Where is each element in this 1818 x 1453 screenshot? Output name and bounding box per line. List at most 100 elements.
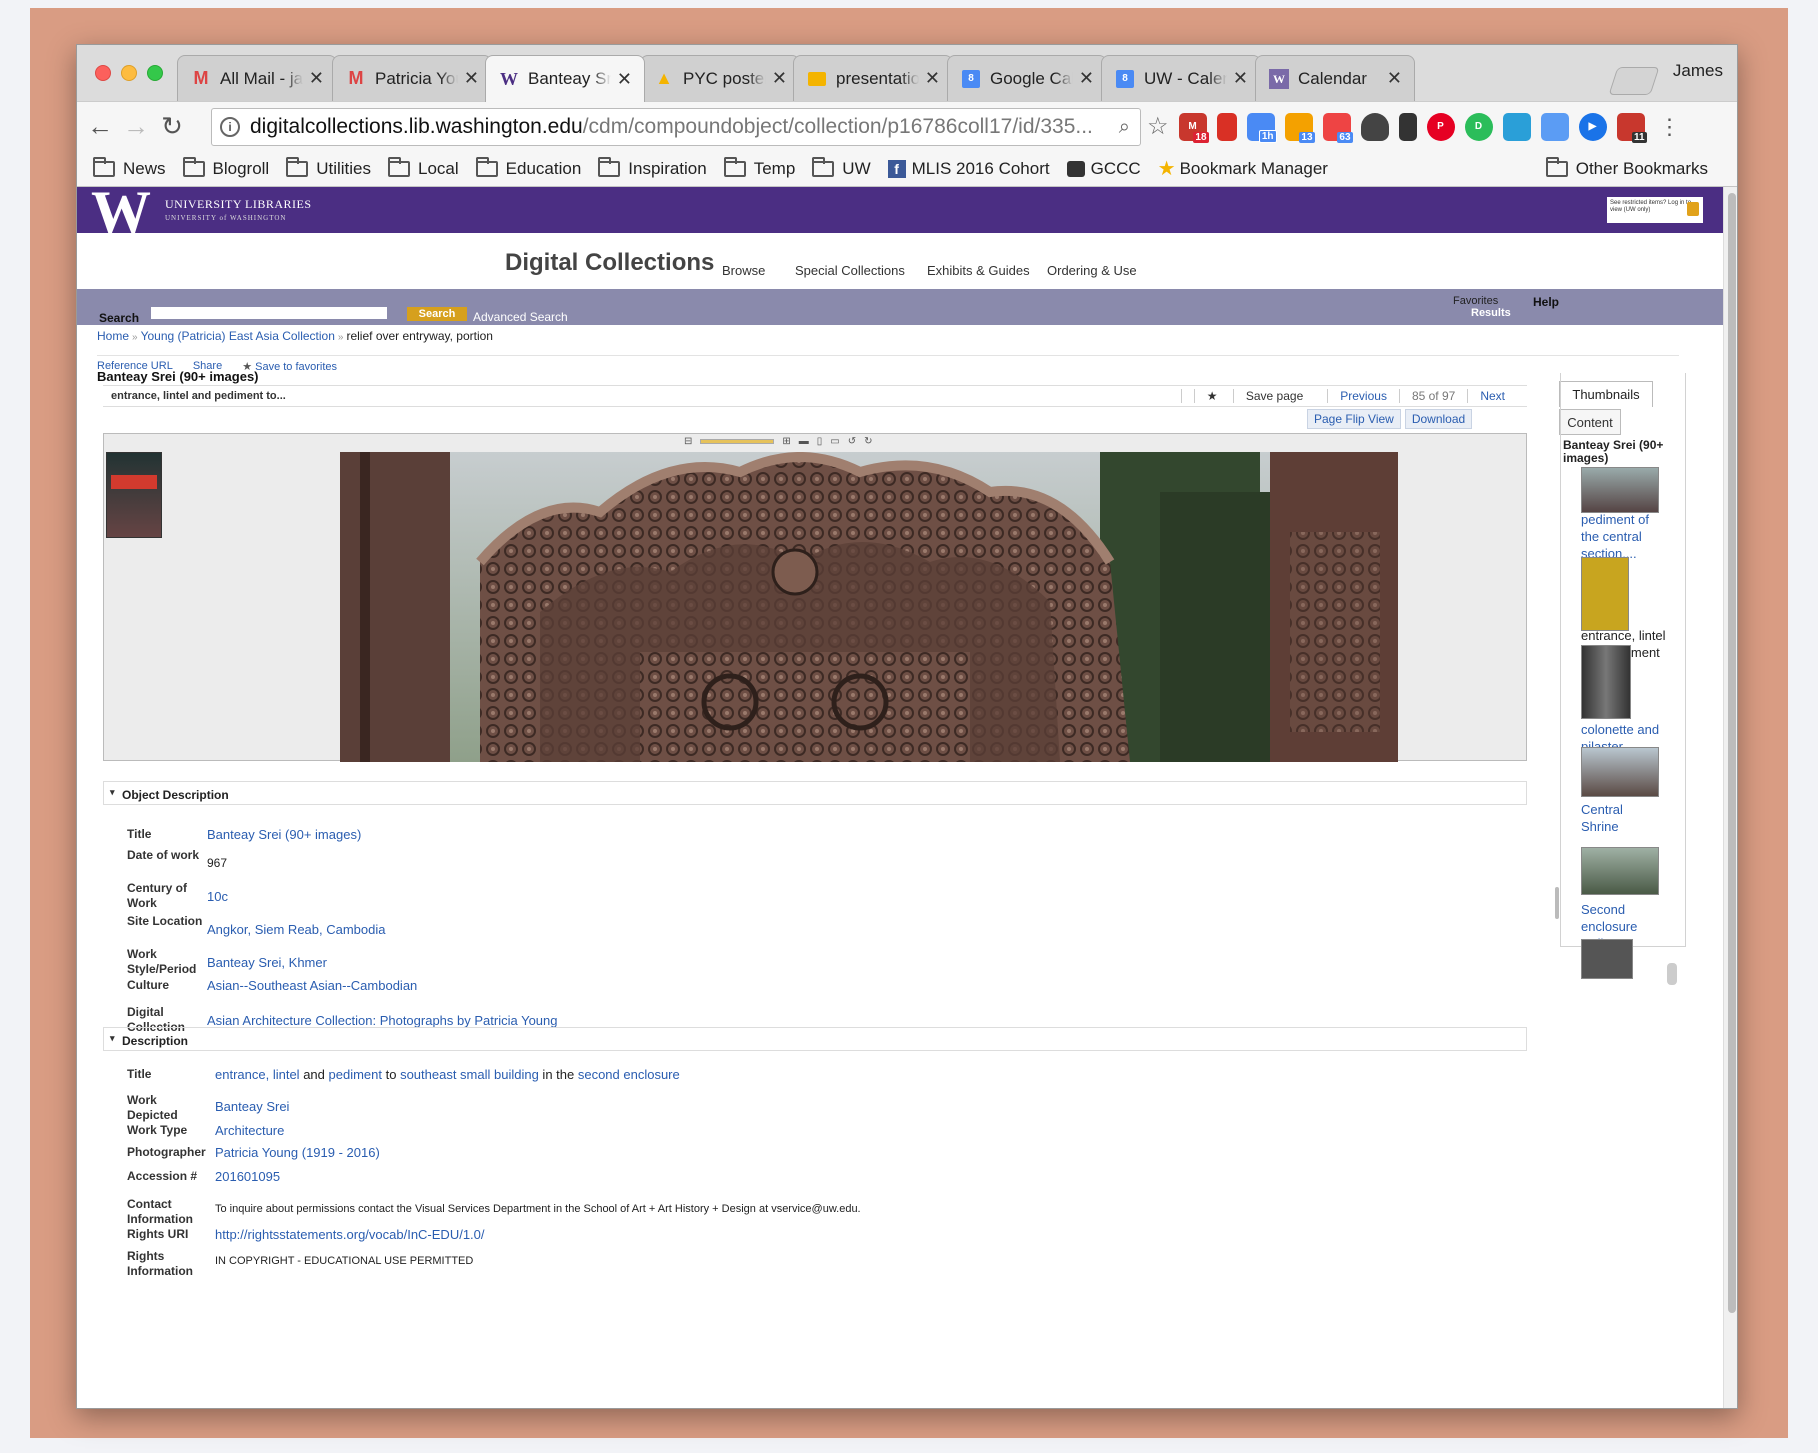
menu-special-collections[interactable]: Special Collections: [795, 263, 905, 278]
download-button[interactable]: Download: [1404, 409, 1473, 429]
rotate-left-icon[interactable]: ↺: [848, 436, 856, 447]
sidebar-thumbnail[interactable]: [1581, 557, 1629, 631]
fit-width-icon[interactable]: ▯: [817, 436, 823, 447]
title-link[interactable]: entrance,: [215, 1067, 273, 1082]
tab-calendar[interactable]: W Calendar ✕: [1255, 55, 1415, 101]
bookmark-folder-utilities[interactable]: Utilities: [286, 156, 371, 179]
bookmark-folder-news[interactable]: News: [93, 156, 166, 179]
sidebar-item-central-shrine[interactable]: Central Shrine: [1581, 801, 1641, 835]
breadcrumb-collection[interactable]: Young (Patricia) East Asia Collection: [141, 329, 335, 343]
search-icon[interactable]: ⌕: [1119, 116, 1130, 139]
page-scrollbar-thumb[interactable]: [1728, 193, 1736, 1313]
bookmark-folder-inspiration[interactable]: Inspiration: [598, 156, 707, 179]
menu-dots-icon[interactable]: ⋮: [1659, 114, 1681, 140]
field-value[interactable]: Asian Architecture Collection: Photograp…: [207, 1013, 558, 1028]
breadcrumb-home[interactable]: Home: [97, 329, 129, 343]
title-link[interactable]: southeast small building: [400, 1067, 539, 1082]
next-button[interactable]: Next: [1467, 389, 1517, 403]
tab-uw-calendar[interactable]: 8 UW - Calend ✕: [1101, 55, 1261, 101]
field-value[interactable]: Banteay Srei (90+ images): [207, 827, 361, 842]
favorites-link[interactable]: Favorites: [1453, 295, 1498, 307]
page-scrollbar[interactable]: [1723, 187, 1737, 1408]
restricted-items-login[interactable]: See restricted items? Log in to view (UW…: [1607, 197, 1703, 223]
sidebar-thumbnail[interactable]: [1581, 467, 1659, 513]
field-value[interactable]: Architecture: [215, 1123, 284, 1138]
help-link[interactable]: Help: [1533, 295, 1559, 309]
info-icon[interactable]: i: [220, 117, 240, 137]
close-tab-icon[interactable]: ✕: [617, 69, 632, 90]
search-button[interactable]: Search: [407, 307, 467, 321]
docs-ext-icon[interactable]: [1540, 112, 1569, 141]
tab-presentation[interactable]: presentation ✕: [793, 55, 953, 101]
advanced-search-link[interactable]: Advanced Search: [473, 310, 568, 324]
zoom-in-icon[interactable]: ⊞: [782, 436, 790, 447]
sidebar-thumbnail[interactable]: [1581, 645, 1631, 719]
title-link[interactable]: lintel: [273, 1067, 300, 1082]
pocket-icon[interactable]: [1360, 112, 1389, 141]
title-link[interactable]: pediment: [329, 1067, 382, 1082]
fit-height-icon[interactable]: ▭: [830, 436, 839, 447]
close-tab-icon[interactable]: ✕: [1079, 68, 1094, 89]
bookmark-manager[interactable]: ★ Bookmark Manager: [1158, 156, 1328, 181]
bookmark-folder-temp[interactable]: Temp: [723, 156, 795, 179]
tab-banteay-srei[interactable]: W Banteay Srei ✕: [485, 55, 645, 102]
close-tab-icon[interactable]: ✕: [464, 68, 479, 89]
sidebar-scrollbar[interactable]: [1667, 963, 1677, 985]
close-tab-icon[interactable]: ✕: [1387, 68, 1402, 89]
sidebar-item-pediment[interactable]: pediment of the central section,...: [1581, 511, 1669, 562]
window-ext-icon[interactable]: [1502, 112, 1531, 141]
temple-relief-photo[interactable]: [340, 452, 1398, 762]
uw-logo[interactable]: W: [91, 187, 151, 242]
calendar-badge-icon[interactable]: 11: [1616, 112, 1647, 143]
field-value[interactable]: Angkor, Siem Reab, Cambodia: [207, 922, 385, 937]
pinterest-icon[interactable]: P: [1426, 112, 1455, 141]
field-value[interactable]: 10c: [207, 889, 228, 904]
close-tab-icon[interactable]: ✕: [1233, 68, 1248, 89]
feedly-icon[interactable]: D: [1464, 112, 1493, 141]
rotate-right-icon[interactable]: ↻: [864, 436, 872, 447]
rss-ext-icon[interactable]: 13: [1284, 112, 1315, 143]
address-bar[interactable]: i digitalcollections.lib.washington.edu /…: [211, 108, 1141, 146]
other-bookmarks[interactable]: Other Bookmarks: [1545, 157, 1708, 179]
site-title[interactable]: Digital Collections: [505, 249, 714, 277]
menu-exhibits-guides[interactable]: Exhibits & Guides: [927, 263, 1030, 278]
bookmark-folder-education[interactable]: Education: [475, 156, 581, 179]
minimize-window-button[interactable]: [121, 65, 137, 81]
close-tab-icon[interactable]: ✕: [309, 68, 324, 89]
play-ext-icon[interactable]: ▶: [1578, 112, 1607, 141]
tab-google-calendar[interactable]: 8 Google Cale ✕: [947, 55, 1107, 101]
search-input[interactable]: [151, 307, 387, 319]
evernote-icon[interactable]: [1398, 112, 1417, 141]
field-value[interactable]: Banteay Srei, Khmer: [207, 955, 327, 970]
field-value[interactable]: http://rightsstatements.org/vocab/InC-ED…: [215, 1227, 485, 1242]
bookmark-flag-icon[interactable]: [1216, 112, 1237, 141]
tab-patricia[interactable]: M Patricia Youn ✕: [332, 55, 492, 101]
previous-button[interactable]: Previous: [1327, 389, 1399, 403]
sidebar-thumbnail[interactable]: [1581, 747, 1659, 797]
bookmark-star-icon[interactable]: ☆: [1147, 112, 1169, 141]
bookmark-gccc[interactable]: GCCC: [1066, 159, 1141, 179]
field-value[interactable]: Asian--Southeast Asian--Cambodian: [207, 978, 417, 993]
results-link[interactable]: Results: [1471, 307, 1511, 319]
sidebar-thumbnail[interactable]: [1581, 847, 1659, 895]
zoom-out-icon[interactable]: ⊟: [684, 436, 692, 447]
bookmark-mlis-cohort[interactable]: f MLIS 2016 Cohort: [887, 159, 1050, 179]
close-tab-icon[interactable]: ✕: [925, 68, 940, 89]
page-flip-view-button[interactable]: Page Flip View: [1307, 409, 1401, 429]
menu-browse[interactable]: Browse: [722, 263, 765, 278]
new-tab-button[interactable]: [1608, 67, 1660, 95]
zoom-window-button[interactable]: [147, 65, 163, 81]
bookmark-folder-blogroll[interactable]: Blogroll: [182, 156, 269, 179]
description-header[interactable]: Description: [103, 1027, 1527, 1051]
forward-arrow-icon[interactable]: →: [121, 111, 151, 142]
viewer-thumbnail[interactable]: [106, 452, 162, 538]
save-page-button[interactable]: ★ Save page: [1180, 389, 1327, 403]
notification-ext-icon[interactable]: 63: [1322, 112, 1353, 143]
sidebar-thumbnail[interactable]: [1581, 939, 1633, 979]
resize-splitter[interactable]: [1555, 887, 1559, 919]
fit-window-icon[interactable]: ▬: [799, 436, 809, 447]
zoom-slider[interactable]: [700, 439, 775, 444]
close-tab-icon[interactable]: ✕: [772, 68, 787, 89]
calendar-ext-icon[interactable]: 1h: [1246, 112, 1277, 143]
menu-ordering-use[interactable]: Ordering & Use: [1047, 263, 1137, 278]
